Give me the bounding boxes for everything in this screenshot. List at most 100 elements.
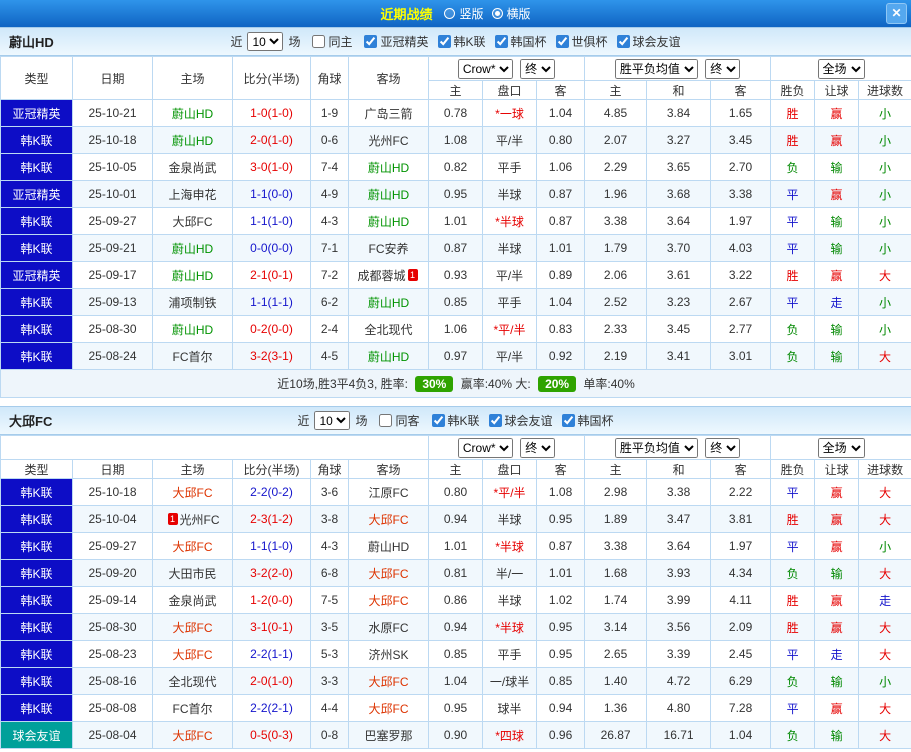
layout-option-horizontal[interactable]: 横版 xyxy=(491,5,531,22)
eu-home-odds: 1.96 xyxy=(584,180,648,208)
close-icon[interactable]: ✕ xyxy=(886,3,907,24)
league-filter-option[interactable]: 韩K联 xyxy=(423,412,480,429)
europe-odds-select[interactable]: 胜平负均值 xyxy=(614,437,698,458)
wdl-result: 胜 xyxy=(770,99,816,127)
match-date: 25-10-18 xyxy=(72,478,153,506)
handicap-result: 赢 xyxy=(814,126,860,154)
ah-home-odds: 0.90 xyxy=(428,721,484,749)
handicap-result: 赢 xyxy=(814,694,860,722)
same-venue-option[interactable]: 同主 xyxy=(303,33,352,50)
home-team: 蔚山HD xyxy=(152,315,233,343)
wdl-result: 负 xyxy=(770,667,816,695)
match-score: 3-0(1-0) xyxy=(232,153,311,181)
col-header-handicap-result: 让球 xyxy=(814,459,860,479)
ah-away-odds: 1.04 xyxy=(535,288,586,316)
league-filter-checkbox[interactable] xyxy=(555,34,569,48)
bookmaker-select[interactable]: Crow* xyxy=(457,58,513,79)
home-team-name: 大邱FC xyxy=(172,214,213,229)
league-filter-option[interactable]: 球会友谊 xyxy=(480,412,553,429)
league-filter-option[interactable]: 韩国杯 xyxy=(553,412,614,429)
match-type-badge: 韩K联 xyxy=(0,315,73,343)
eu-final-select[interactable]: 终 xyxy=(705,437,741,458)
eu-home-odds: 1.89 xyxy=(584,505,648,533)
away-team: 大邱FC xyxy=(347,559,430,587)
ah-home-odds: 0.85 xyxy=(428,640,484,668)
recent-count-select[interactable]: 10 xyxy=(314,411,351,430)
ah-final-select[interactable]: 终 xyxy=(520,58,556,79)
ah-home-odds: 1.08 xyxy=(428,126,483,154)
same-venue-checkbox[interactable] xyxy=(312,35,326,48)
match-row: 韩K联 25-09-20 大田市民 3-2(2-0) 6-8 大邱FC 0.81 半/一 1.0… xyxy=(0,559,911,587)
ah-away-odds: 1.01 xyxy=(535,234,586,262)
wdl-result: 负 xyxy=(770,721,816,749)
corner-count: 0-8 xyxy=(310,721,349,749)
league-filter-checkbox[interactable] xyxy=(488,413,502,427)
match-row: 球会友谊 25-08-04 大邱FC 0-5(0-3) 0-8 巴塞罗那 0.90 *四球 0.… xyxy=(0,721,911,749)
goals-result: 大 xyxy=(858,721,911,749)
ah-away-odds: 0.94 xyxy=(536,694,586,722)
match-score: 1-1(1-0) xyxy=(232,532,311,560)
home-team-name: 大邱FC xyxy=(172,728,213,743)
matches-label: 场 xyxy=(288,35,301,49)
fulltime-select[interactable]: 全场 xyxy=(817,437,865,458)
layout-option-vertical[interactable]: 竖版 xyxy=(444,5,484,22)
goals-result: 小 xyxy=(858,153,911,181)
home-team: 全北现代 xyxy=(152,667,233,695)
league-filter-option[interactable]: 韩K联 xyxy=(429,33,486,50)
goals-result: 小 xyxy=(858,234,911,262)
bookmaker-select[interactable]: Crow* xyxy=(457,437,513,458)
home-team-name: 光州FC xyxy=(179,512,220,527)
match-row: 韩K联 25-09-21 蔚山HD 0-0(0-0) 7-1 FC安养 0.87 半球 1.01… xyxy=(0,234,911,262)
eu-draw-odds: 3.41 xyxy=(646,342,712,370)
col-header-type: 类型 xyxy=(0,459,73,479)
league-filter-checkbox[interactable] xyxy=(431,413,445,427)
col-header-goals: 进球数 xyxy=(858,459,911,479)
league-filter-option[interactable]: 球会友谊 xyxy=(608,33,681,50)
col-header-home: 主场 xyxy=(152,459,233,479)
eu-home-odds: 3.38 xyxy=(584,532,648,560)
goals-result: 走 xyxy=(858,586,911,614)
wdl-result: 平 xyxy=(770,532,816,560)
away-team-name: FC安养 xyxy=(368,241,409,256)
fulltime-select[interactable]: 全场 xyxy=(817,58,865,79)
col-header-ah-away: 客 xyxy=(535,80,586,100)
handicap-result: 输 xyxy=(814,342,860,370)
wdl-result: 负 xyxy=(770,342,816,370)
ah-home-odds: 1.01 xyxy=(428,532,484,560)
league-filter-checkbox[interactable] xyxy=(561,413,575,427)
league-filter-option[interactable]: 韩国杯 xyxy=(486,33,547,50)
goals-result: 大 xyxy=(858,640,911,668)
same-venue-checkbox[interactable] xyxy=(379,414,393,427)
col-header-handicap-result: 让球 xyxy=(814,80,860,100)
away-team-name: 蔚山HD xyxy=(367,187,410,202)
away-team-name: 蔚山HD xyxy=(367,539,410,554)
eu-final-select[interactable]: 终 xyxy=(705,58,741,79)
match-type-badge: 韩K联 xyxy=(0,153,73,181)
eu-draw-odds: 3.70 xyxy=(646,234,712,262)
away-team-name: 广岛三箭 xyxy=(364,106,413,121)
league-filter-option[interactable]: 世俱杯 xyxy=(547,33,608,50)
corner-count: 6-8 xyxy=(310,559,349,587)
league-filter-checkbox[interactable] xyxy=(494,34,508,48)
eu-draw-odds: 3.45 xyxy=(646,315,712,343)
wdl-result: 平 xyxy=(770,234,816,262)
ah-line: *半球 xyxy=(482,613,538,641)
away-team-name: 全北现代 xyxy=(364,322,413,337)
col-header-corners: 角球 xyxy=(310,459,349,479)
ah-final-select[interactable]: 终 xyxy=(520,437,556,458)
eu-away-odds: 3.01 xyxy=(710,342,772,370)
home-team: 大田市民 xyxy=(152,559,233,587)
league-filter-checkbox[interactable] xyxy=(437,34,451,48)
europe-odds-select[interactable]: 胜平负均值 xyxy=(614,58,698,79)
ah-home-odds: 0.81 xyxy=(428,559,484,587)
eu-draw-odds: 3.23 xyxy=(646,288,712,316)
match-type-badge: 韩K联 xyxy=(0,586,73,614)
recent-count-select[interactable]: 10 xyxy=(247,32,284,51)
eu-draw-odds: 3.68 xyxy=(646,180,712,208)
league-filter-checkbox[interactable] xyxy=(616,34,630,48)
league-filter-option[interactable]: 亚冠精英 xyxy=(355,33,429,50)
same-venue-option[interactable]: 同客 xyxy=(370,412,420,429)
league-filter-checkbox[interactable] xyxy=(364,34,378,48)
ah-home-odds: 1.04 xyxy=(428,667,484,695)
league-filter-label: 亚冠精英 xyxy=(380,34,429,49)
